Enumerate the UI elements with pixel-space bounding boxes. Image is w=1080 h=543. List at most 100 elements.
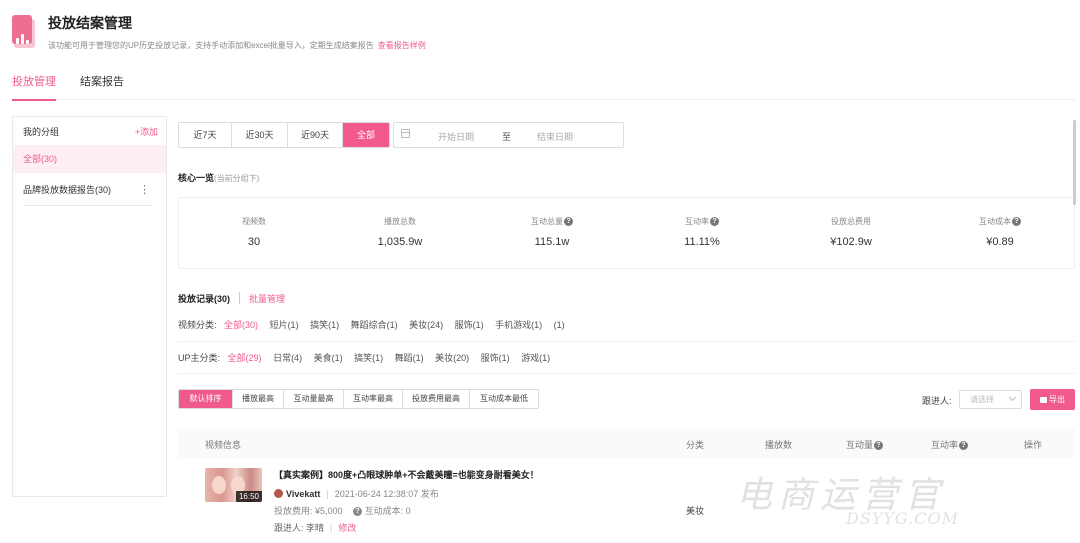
video-title[interactable]: 【真实案例】800度+凸眼球肿单+不会戴美瞳=也能变身耐看美女！	[274, 468, 539, 481]
more-options-icon[interactable]: ⋮	[139, 176, 150, 204]
overview-hint: (当前分组下)	[214, 174, 260, 183]
range-90-days-button[interactable]: 近90天	[288, 123, 343, 147]
filter-option[interactable]: 手机游戏(1)	[495, 320, 542, 330]
column-plays[interactable]: 播放数	[765, 438, 792, 451]
report-logo-icon	[12, 15, 37, 49]
cost-value: 投放费用: ¥5,000	[274, 506, 343, 516]
column-actions: 操作	[1024, 440, 1043, 450]
follower-name: 跟进人: 李晴	[274, 523, 325, 533]
sort-interactions-button[interactable]: 互动量最高	[284, 390, 344, 408]
video-cost: 投放费用: ¥5,000 ? 互动成本: 0	[274, 504, 411, 517]
date-range-picker[interactable]: 开始日期 至 结束日期	[393, 122, 624, 148]
sidebar-heading: 我的分组	[23, 127, 60, 137]
stat-value: 115.1w	[534, 236, 570, 248]
stat-value: ¥102.9w	[830, 236, 872, 248]
stat-label-row: 互动成本?	[925, 216, 1075, 227]
filter-option[interactable]: 美妆(20)	[435, 353, 469, 363]
divider	[239, 292, 241, 304]
records-title: 投放记录(30)	[178, 294, 231, 304]
help-icon[interactable]: ?	[874, 441, 884, 450]
scrollbar[interactable]	[1073, 120, 1076, 205]
video-follower: 跟进人: 李晴 | 修改	[274, 523, 357, 533]
column-category: 分类	[686, 440, 705, 450]
sort-interaction-cost-button[interactable]: 互动成本最低	[470, 390, 538, 408]
sort-buttons: 默认排序 播放最高 互动量最高 互动率最高 投放费用最高 互动成本最低	[178, 389, 539, 409]
tab-delivery-management[interactable]: 投放管理	[12, 74, 56, 101]
filter-option[interactable]: 全部(30)	[224, 320, 258, 330]
avatar	[274, 489, 283, 498]
sort-plays-button[interactable]: 播放最高	[233, 390, 284, 408]
sidebar-item-brand-report[interactable]: 品牌投放数据报告(30) ⋮	[13, 176, 166, 204]
description-text: 该功能可用于管理您的UP历史投放记录，支持手动添加和excel批量导入，定期生成…	[48, 41, 374, 50]
range-30-days-button[interactable]: 近30天	[232, 123, 288, 147]
stat-interaction-cost: 互动成本? ¥0.89	[925, 216, 1075, 248]
video-meta: Vivekatt | 2021-06-24 12:38:07 发布	[274, 487, 439, 500]
help-icon[interactable]: ?	[353, 507, 363, 516]
help-icon[interactable]: ?	[1012, 217, 1021, 226]
stat-video-count: 视频数 30	[179, 216, 329, 248]
range-7-days-button[interactable]: 近7天	[179, 123, 232, 147]
filter-option[interactable]: 搞笑(1)	[310, 320, 339, 330]
sidebar-item-label: 全部(30)	[23, 154, 58, 164]
video-category-filter: 视频分类: 全部(30) 短片(1) 搞笑(1) 舞蹈综合(1) 美妆(24) …	[178, 314, 1075, 342]
end-date-input[interactable]: 结束日期	[537, 130, 573, 143]
table-header: 视频信息 分类 播放数 互动量? 互动率? 操作	[178, 429, 1075, 458]
sort-interaction-rate-button[interactable]: 互动率最高	[344, 390, 403, 408]
filter-option[interactable]: (1)	[554, 320, 565, 330]
help-icon[interactable]: ?	[564, 217, 573, 226]
sort-default-button[interactable]: 默认排序	[179, 390, 233, 408]
add-group-button[interactable]: +添加	[135, 125, 158, 138]
publish-time: 2021-06-24 12:38:07 发布	[334, 489, 439, 499]
filter-option[interactable]: 搞笑(1)	[354, 353, 383, 363]
date-separator: 至	[502, 132, 512, 142]
watermark-subtext: DSYYG.COM	[846, 509, 959, 528]
follower-select[interactable]: 请选择	[959, 390, 1022, 409]
sample-report-link[interactable]: 查看报告样例	[378, 41, 426, 50]
page-title: 投放结案管理	[48, 15, 132, 31]
stat-label: 互动成本	[979, 217, 1011, 226]
video-thumbnail[interactable]: 16:50	[205, 468, 262, 502]
filter-option[interactable]: 美食(1)	[314, 353, 343, 363]
help-icon[interactable]: ?	[710, 217, 719, 226]
edit-link[interactable]: 修改	[338, 523, 356, 533]
column-interaction-rate[interactable]: 互动率?	[931, 438, 969, 451]
export-icon	[1040, 397, 1047, 403]
filter-label: UP主分类:	[178, 353, 221, 363]
follower-label: 跟进人:	[922, 396, 952, 406]
filter-option[interactable]: 美妆(24)	[409, 320, 443, 330]
filter-option[interactable]: 舞蹈(1)	[395, 353, 424, 363]
interaction-cost-value: 互动成本: 0	[364, 506, 411, 516]
overview-stats: 视频数 30 播放总数 1,035.9w 互动总量? 115.1w 互动率? 1…	[178, 197, 1075, 269]
stat-value: 11.11%	[684, 236, 720, 248]
start-date-input[interactable]: 开始日期	[438, 130, 474, 143]
stat-label-row: 互动总量?	[477, 216, 627, 227]
batch-manage-link[interactable]: 批量管理	[249, 294, 285, 304]
author-name[interactable]: Vivekatt	[286, 489, 320, 499]
column-label: 互动量	[846, 440, 874, 450]
export-button[interactable]: 导出	[1030, 389, 1075, 410]
overview-title-text: 核心一览	[178, 173, 215, 183]
stat-total-cost: 投放总费用 ¥102.9w	[776, 216, 926, 248]
group-sidebar: 我的分组 +添加 全部(30) 品牌投放数据报告(30) ⋮	[12, 116, 167, 497]
export-label: 导出	[1049, 395, 1065, 404]
sidebar-item-all[interactable]: 全部(30)	[13, 145, 166, 173]
main-tabs: 投放管理 结案报告	[12, 74, 1076, 101]
column-interactions[interactable]: 互动量?	[846, 438, 884, 451]
help-icon[interactable]: ?	[959, 441, 969, 450]
filter-option[interactable]: 短片(1)	[270, 320, 299, 330]
date-range-buttons: 近7天 近30天 近90天 全部	[178, 122, 390, 148]
filter-option[interactable]: 日常(4)	[273, 353, 302, 363]
sort-cost-button[interactable]: 投放费用最高	[403, 390, 470, 408]
filter-option[interactable]: 全部(29)	[228, 353, 262, 363]
range-all-button[interactable]: 全部	[343, 123, 389, 147]
follower-placeholder: 请选择	[970, 395, 994, 404]
filter-option[interactable]: 服饰(1)	[481, 353, 510, 363]
stat-label-row: 互动率?	[627, 216, 777, 227]
filter-label: 视频分类:	[178, 320, 217, 330]
filter-option[interactable]: 游戏(1)	[521, 353, 550, 363]
stat-value: ¥0.89	[986, 236, 1014, 248]
filter-option[interactable]: 舞蹈综合(1)	[351, 320, 398, 330]
tab-final-report[interactable]: 结案报告	[80, 74, 124, 100]
stat-interaction-rate: 互动率? 11.11%	[627, 216, 777, 248]
filter-option[interactable]: 服饰(1)	[455, 320, 484, 330]
